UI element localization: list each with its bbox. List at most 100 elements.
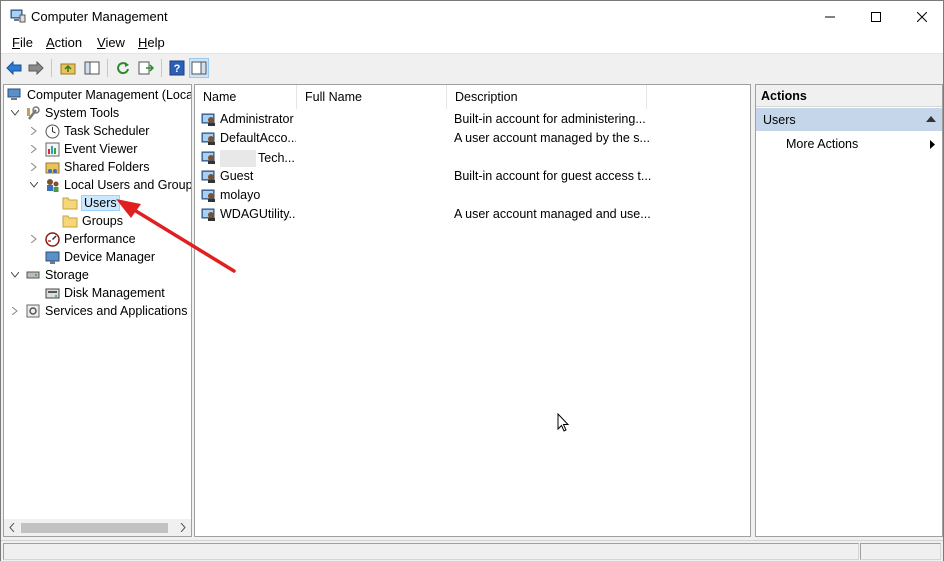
status-segment — [3, 543, 859, 560]
tree-item-label: Storage — [45, 268, 89, 282]
maximize-button[interactable] — [853, 1, 899, 32]
menu-bar: File Action View Help — [1, 32, 943, 54]
tree-item-shared-folders[interactable]: Shared Folders — [28, 158, 149, 176]
maximize-icon — [871, 11, 881, 22]
scroll-right-icon[interactable] — [178, 522, 188, 533]
user-name-text: molayo — [220, 188, 261, 202]
tree-item-label: Computer Management (Local — [27, 88, 192, 102]
export-list-icon — [138, 61, 154, 75]
tree-item-groups[interactable]: Groups — [62, 212, 123, 230]
chevron-right-icon[interactable] — [28, 161, 40, 173]
console-tree[interactable]: Computer Management (Local System Tools … — [3, 84, 192, 537]
table-row[interactable]: Tech... — [195, 148, 750, 167]
mouse-cursor-icon — [557, 413, 570, 432]
computer-icon — [7, 87, 23, 103]
more-actions-item[interactable]: More Actions — [786, 137, 858, 151]
tree-item-label: Users — [81, 195, 120, 211]
tree-item-task-scheduler[interactable]: Task Scheduler — [28, 122, 149, 140]
menu-file[interactable]: File — [12, 35, 33, 50]
user-name-cell: WDAGUtility... — [220, 207, 296, 221]
tree-item-storage[interactable]: Storage — [9, 266, 89, 284]
menu-file-accel: F — [12, 35, 20, 50]
services-icon — [25, 303, 41, 319]
menu-view[interactable]: View — [97, 35, 125, 50]
console-tree-icon — [84, 61, 100, 75]
actions-section-label: Users — [763, 113, 796, 127]
table-row[interactable]: Administrator Built-in account for admini… — [195, 110, 750, 129]
up-one-level-button[interactable] — [58, 58, 78, 78]
refresh-button[interactable] — [113, 58, 133, 78]
user-icon — [201, 149, 217, 165]
scroll-left-icon[interactable] — [7, 522, 17, 533]
chevron-right-icon[interactable] — [28, 233, 40, 245]
chevron-down-icon[interactable] — [9, 107, 21, 119]
table-row[interactable]: Guest Built-in account for guest access t… — [195, 167, 750, 186]
table-row[interactable]: DefaultAcco... A user account managed by … — [195, 129, 750, 148]
menu-action-label: ction — [54, 35, 83, 50]
column-header-full-name[interactable]: Full Name — [297, 85, 447, 109]
menu-help-label: elp — [147, 35, 165, 50]
disk-icon — [44, 285, 60, 301]
tree-item-local-users-groups[interactable]: Local Users and Groups — [28, 176, 192, 194]
status-segment — [860, 543, 941, 560]
chevron-down-icon[interactable] — [28, 179, 40, 191]
action-pane-icon — [191, 61, 207, 75]
user-name-text: WDAGUtility... — [220, 207, 296, 221]
scrollbar-thumb[interactable] — [21, 523, 168, 533]
tree-item-users[interactable]: Users — [62, 194, 120, 212]
computer-management-window: Computer Management File Action View Hel… — [0, 0, 944, 561]
table-row[interactable]: molayo — [195, 186, 750, 205]
show-hide-tree-button[interactable] — [82, 58, 102, 78]
tree-item-label: Local Users and Groups — [64, 178, 192, 192]
toolbar-separator — [161, 59, 162, 77]
tree-item-performance[interactable]: Performance — [28, 230, 136, 248]
actions-title: Actions — [756, 85, 942, 107]
actions-pane: Actions Users More Actions — [755, 84, 943, 537]
show-hide-action-pane-button[interactable] — [189, 58, 209, 78]
user-name-text: DefaultAcco... — [220, 131, 296, 145]
actions-section-users[interactable]: Users — [756, 108, 942, 131]
description-cell: A user account managed and use... — [454, 207, 651, 221]
user-name-cell: DefaultAcco... — [220, 131, 296, 145]
user-name-cell: molayo — [220, 188, 296, 202]
chevron-right-icon[interactable] — [28, 125, 40, 137]
users-list-view[interactable]: Name Full Name Description Administrator… — [194, 84, 751, 537]
chevron-down-icon[interactable] — [9, 269, 21, 281]
chevron-right-icon[interactable] — [28, 143, 40, 155]
tree-item-system-tools[interactable]: System Tools — [9, 104, 119, 122]
help-icon: ? — [169, 60, 185, 76]
tree-item-root[interactable]: Computer Management (Local — [7, 86, 192, 104]
title-bar[interactable]: Computer Management — [1, 1, 943, 32]
chevron-right-icon[interactable] — [9, 305, 21, 317]
tree-item-label: Shared Folders — [64, 160, 150, 174]
minimize-button[interactable] — [807, 1, 853, 32]
menu-action-accel: A — [46, 35, 55, 50]
toolbar: ? — [1, 55, 943, 81]
back-button[interactable] — [4, 58, 24, 78]
redacted-block — [220, 150, 256, 167]
storage-icon — [25, 267, 41, 283]
tree-item-services-apps[interactable]: Services and Applications — [9, 302, 187, 320]
table-row[interactable]: WDAGUtility... A user account managed and… — [195, 205, 750, 224]
column-header-description[interactable]: Description — [447, 85, 647, 109]
tree-item-device-manager[interactable]: Device Manager — [44, 248, 155, 266]
help-button[interactable]: ? — [167, 58, 187, 78]
tree-item-disk-management[interactable]: Disk Management — [44, 284, 165, 302]
export-list-button[interactable] — [136, 58, 156, 78]
tree-item-event-viewer[interactable]: Event Viewer — [28, 140, 137, 158]
close-button[interactable] — [899, 1, 944, 32]
menu-action[interactable]: Action — [46, 35, 82, 50]
menu-help[interactable]: Help — [138, 35, 165, 50]
column-header-name[interactable]: Name — [195, 85, 297, 109]
description-cell: Built-in account for administering... — [454, 112, 646, 126]
collapse-up-icon[interactable] — [926, 116, 936, 122]
refresh-icon — [117, 62, 129, 75]
forward-button[interactable] — [26, 58, 46, 78]
folder-up-icon — [60, 63, 76, 75]
tree-horizontal-scrollbar[interactable] — [4, 519, 191, 536]
tree-item-label: Device Manager — [64, 250, 156, 264]
user-name-text: Tech... — [258, 150, 295, 165]
forward-arrow-icon — [28, 61, 44, 75]
back-arrow-icon — [6, 61, 22, 75]
tree-item-label: System Tools — [45, 106, 120, 120]
